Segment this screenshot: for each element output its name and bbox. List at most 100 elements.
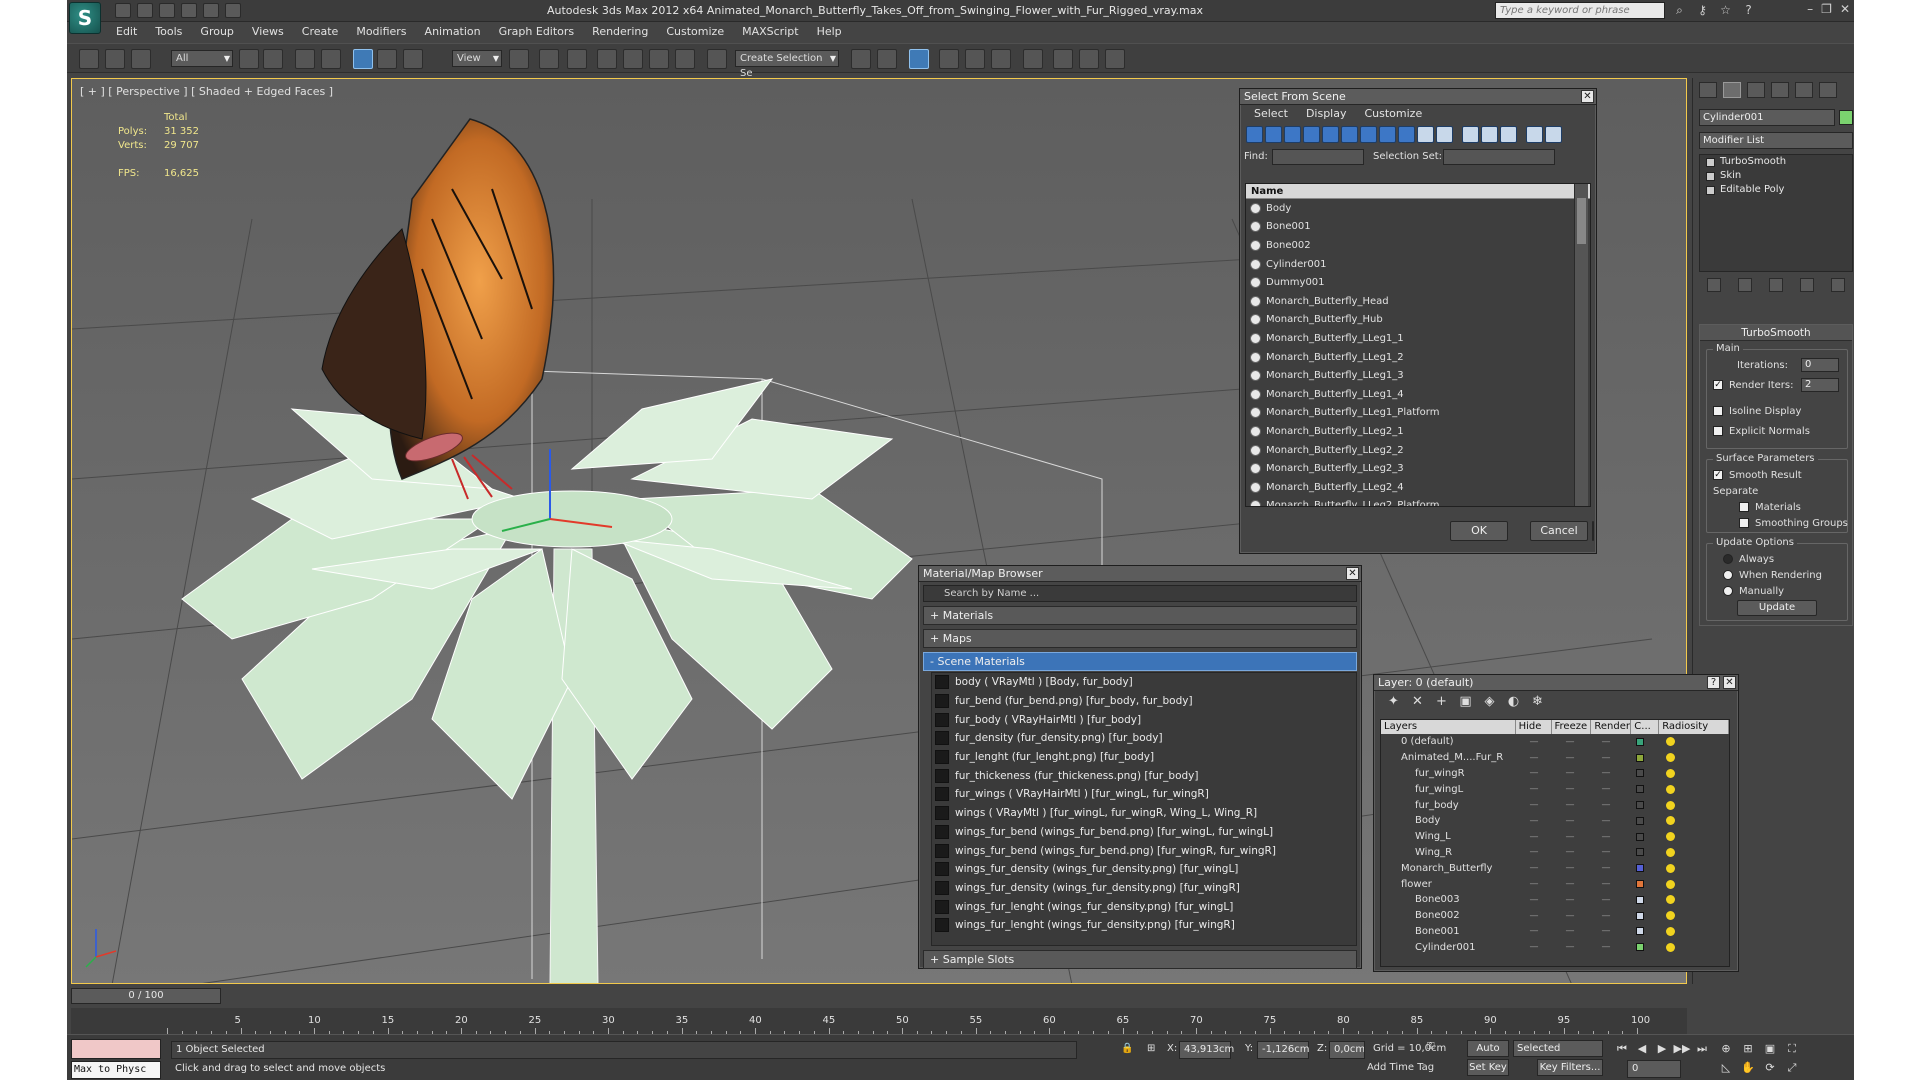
zoom-extents-all-icon[interactable]: ⛶ — [1783, 1041, 1801, 1057]
material-row[interactable]: wings_fur_bend (wings_fur_bend.png) [fur… — [932, 823, 1356, 842]
render-setup-icon[interactable] — [1053, 49, 1073, 69]
display-frozen-icon[interactable] — [1436, 126, 1453, 143]
layer-color-swatch[interactable] — [1636, 864, 1644, 873]
create-tab-icon[interactable] — [1699, 82, 1717, 98]
render-toggle[interactable]: — — [1588, 800, 1624, 810]
material-row[interactable]: wings_fur_lenght (wings_fur_density.png)… — [932, 897, 1356, 916]
layer-row[interactable]: fur_wingL — — — — [1381, 781, 1729, 797]
layer-color-swatch[interactable] — [1636, 927, 1644, 936]
menu-animation[interactable]: Animation — [416, 23, 490, 41]
star-icon[interactable]: ☆ — [1719, 3, 1732, 17]
list-scrollbar[interactable] — [1574, 184, 1588, 506]
hide-toggle[interactable]: — — [1516, 753, 1552, 763]
material-row[interactable]: wings_fur_bend (wings_fur_bend.png) [fur… — [932, 841, 1356, 860]
display-spacewarps-icon[interactable] — [1341, 126, 1358, 143]
render-toggle[interactable]: — — [1588, 737, 1624, 747]
freeze-toggle[interactable]: — — [1552, 768, 1588, 778]
layer-row[interactable]: Body — — — — [1381, 813, 1729, 829]
render-toggle[interactable]: — — [1588, 753, 1624, 763]
freeze-toggle[interactable]: — — [1552, 753, 1588, 763]
object-color-swatch[interactable] — [1839, 110, 1853, 125]
smooth-result-checkbox[interactable]: ✓ — [1713, 470, 1723, 480]
scene-object-row[interactable]: Cylinder001 — [1246, 255, 1590, 274]
freeze-toggle[interactable]: — — [1552, 816, 1588, 826]
radiosity-bulb-icon[interactable] — [1666, 895, 1675, 905]
browser-title-bar[interactable]: Material/Map Browser ✕ — [919, 566, 1361, 582]
material-row[interactable]: body ( VRayMtl ) [Body, fur_body] — [932, 673, 1356, 692]
menu-edit[interactable]: Edit — [107, 23, 146, 41]
play-icon[interactable]: ▶ — [1653, 1041, 1671, 1057]
render-toggle[interactable]: — — [1588, 942, 1624, 952]
pivot-center-icon[interactable] — [509, 49, 529, 69]
layer-color-swatch[interactable] — [1636, 753, 1644, 762]
selection-filter-dropdown[interactable]: All — [171, 50, 233, 67]
materials-checkbox[interactable] — [1739, 502, 1749, 512]
key-icon[interactable]: ⚷ — [1696, 3, 1709, 17]
close-icon[interactable]: ✕ — [1346, 567, 1359, 580]
window-crossing-icon[interactable] — [321, 49, 341, 69]
material-row[interactable]: fur_thickeness (fur_thickeness.png) [fur… — [932, 766, 1356, 785]
rendered-frame-icon[interactable] — [1079, 49, 1099, 69]
object-name-field[interactable]: Cylinder001 — [1699, 109, 1835, 126]
close-icon[interactable]: ✕ — [1581, 90, 1594, 103]
field-of-view-icon[interactable]: ◺ — [1717, 1060, 1735, 1076]
radiosity-bulb-icon[interactable] — [1666, 816, 1675, 826]
layer-row[interactable]: Bone002— — — — [1381, 908, 1729, 924]
material-row[interactable]: wings_fur_density (wings_fur_density.png… — [932, 879, 1356, 898]
scene-object-row[interactable]: Monarch_Butterfly_LLeg1_2 — [1246, 348, 1590, 367]
group-sample-slots[interactable]: + Sample Slots — [923, 950, 1357, 969]
display-cameras-icon[interactable] — [1303, 126, 1320, 143]
redo-icon[interactable] — [203, 3, 219, 18]
keyboard-shortcut-icon[interactable] — [567, 49, 587, 69]
hide-toggle[interactable]: — — [1516, 784, 1552, 794]
render-iters-checkbox[interactable]: ✓ — [1713, 380, 1723, 390]
scene-object-row[interactable]: Bone002 — [1246, 236, 1590, 255]
maxscript-listener-input[interactable] — [71, 1039, 161, 1059]
render-toggle[interactable]: — — [1588, 926, 1624, 936]
layer-row[interactable]: 0 (default) — — — — [1381, 734, 1729, 750]
select-rotate-icon[interactable] — [377, 49, 397, 69]
layer-color-swatch[interactable] — [1636, 785, 1644, 794]
material-row[interactable]: wings ( VRayMtl ) [fur_wingL, fur_wingR,… — [932, 804, 1356, 823]
menu-modifiers[interactable]: Modifiers — [347, 23, 415, 41]
freeze-toggle[interactable]: — — [1552, 800, 1588, 810]
create-layer-icon[interactable]: ✦ — [1386, 694, 1401, 709]
layer-color-swatch[interactable] — [1636, 832, 1644, 841]
undo-icon[interactable] — [181, 3, 197, 18]
menu-help[interactable]: Help — [808, 23, 851, 41]
display-containers-icon[interactable] — [1417, 126, 1434, 143]
layer-color-swatch[interactable] — [1636, 911, 1644, 920]
freeze-toggle[interactable]: — — [1552, 863, 1588, 873]
hide-toggle[interactable]: — — [1516, 863, 1552, 873]
render-toggle[interactable]: — — [1588, 816, 1624, 826]
viewport-label[interactable]: [ + ] [ Perspective ] [ Shaded + Edged F… — [80, 85, 333, 98]
go-to-end-icon[interactable]: ⏭ — [1693, 1041, 1711, 1057]
freeze-toggle[interactable]: — — [1552, 832, 1588, 842]
col-radiosity[interactable]: Radiosity — [1659, 720, 1729, 734]
hide-toggle[interactable]: — — [1516, 832, 1552, 842]
layer-color-swatch[interactable] — [1636, 801, 1644, 810]
display-tab-icon[interactable] — [1795, 82, 1813, 98]
always-radio[interactable] — [1723, 554, 1733, 564]
lock-selection-icon[interactable]: 🔒 — [1121, 1043, 1133, 1054]
filter-options-icon[interactable] — [1545, 126, 1562, 143]
material-row[interactable]: fur_bend (fur_bend.png) [fur_body, fur_b… — [932, 692, 1356, 711]
col-layers[interactable]: Layers — [1381, 720, 1516, 734]
scene-object-row[interactable]: Body — [1246, 199, 1590, 218]
select-move-icon[interactable] — [353, 49, 373, 69]
radiosity-bulb-icon[interactable] — [1666, 753, 1675, 763]
group-maps[interactable]: + Maps — [923, 629, 1357, 648]
material-row[interactable]: fur_lenght (fur_lenght.png) [fur_body] — [932, 748, 1356, 767]
reference-coord-dropdown[interactable]: View — [452, 50, 502, 67]
menu-group[interactable]: Group — [191, 23, 243, 41]
spinner-snap-icon[interactable] — [675, 49, 695, 69]
freeze-toggle[interactable]: — — [1552, 911, 1588, 921]
radiosity-bulb-icon[interactable] — [1666, 926, 1675, 936]
hide-all-layers-icon[interactable]: ◐ — [1506, 694, 1521, 709]
explicit-normals-checkbox[interactable] — [1713, 426, 1723, 436]
scene-object-row[interactable]: Monarch_Butterfly_LLeg2_Platform — [1246, 497, 1590, 506]
radiosity-bulb-icon[interactable] — [1666, 800, 1675, 810]
project-folder-icon[interactable] — [225, 3, 241, 18]
bind-spacewarp-icon[interactable] — [131, 49, 151, 69]
render-toggle[interactable]: — — [1588, 847, 1624, 857]
